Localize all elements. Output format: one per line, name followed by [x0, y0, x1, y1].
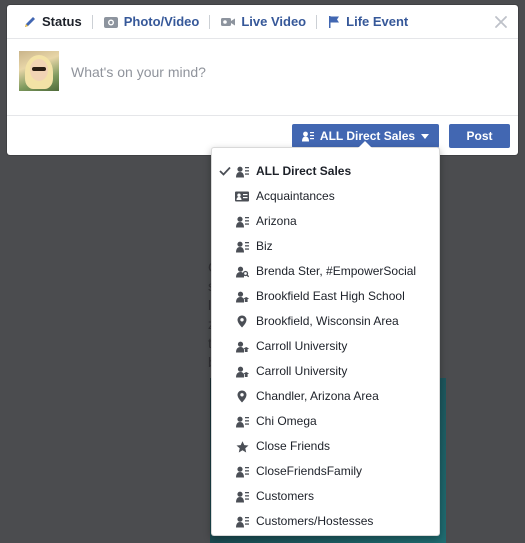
audience-option[interactable]: Acquaintances [212, 184, 439, 209]
audience-option-label: Biz [256, 239, 273, 253]
list-icon [235, 415, 249, 428]
audience-option[interactable]: Chi Omega [212, 409, 439, 434]
camera-icon [103, 16, 118, 28]
school-icon [235, 290, 249, 303]
list-icon [235, 240, 249, 253]
audience-option[interactable]: Brenda Ster, #EmpowerSocial [212, 259, 439, 284]
list-icon [235, 465, 249, 478]
tab-life-event-label: Life Event [346, 14, 409, 29]
id-card-icon [235, 190, 249, 203]
status-input[interactable]: What's on your mind? [71, 64, 206, 80]
audience-dropdown-menu: ALL Direct Sales Acquaintances Arizona Biz B… [211, 141, 440, 536]
close-icon[interactable] [494, 15, 508, 29]
audience-option-label: Carroll University [256, 339, 348, 353]
tab-life-event[interactable]: Life Event [323, 5, 412, 39]
avatar[interactable] [19, 51, 59, 91]
audience-option-label: Acquaintances [256, 189, 335, 203]
audience-option-label: Customers [256, 489, 315, 503]
audience-list: ALL Direct Sales Acquaintances Arizona Biz B… [212, 159, 439, 534]
audience-option-label: Brookfield East High School [256, 289, 405, 303]
audience-option[interactable]: Carroll University [212, 359, 439, 384]
list-icon [235, 215, 249, 228]
list-icon [235, 515, 249, 528]
checkmark-icon [219, 166, 231, 176]
tab-photo-video-label: Photo/Video [123, 14, 200, 29]
location-pin-icon [235, 390, 249, 403]
post-button[interactable]: Post [449, 124, 510, 148]
audience-option-label: Arizona [256, 214, 297, 228]
composer-body: What's on your mind? [7, 39, 518, 115]
audience-option[interactable]: Carroll University [212, 334, 439, 359]
audience-option-label: CloseFriendsFamily [256, 464, 363, 478]
dropdown-pointer [358, 141, 372, 148]
audience-option-label: Close Friends [256, 439, 331, 453]
person-search-icon [235, 265, 249, 278]
tab-live-video[interactable]: Live Video [216, 5, 310, 39]
post-composer: Status Photo/Video Live Video Life Event… [7, 5, 518, 155]
audience-option-label: Customers/Hostesses [256, 514, 374, 528]
audience-option-label: Chandler, Arizona Area [256, 389, 379, 403]
pencil-icon [25, 16, 35, 27]
list-icon [301, 131, 314, 141]
audience-option[interactable]: CloseFriendsFamily [212, 459, 439, 484]
list-icon [235, 490, 249, 503]
star-icon [235, 440, 249, 453]
audience-option[interactable]: Chandler, Arizona Area [212, 384, 439, 409]
tab-status[interactable]: Status [19, 5, 86, 39]
audience-option[interactable]: Customers [212, 484, 439, 509]
audience-option-label: Carroll University [256, 364, 348, 378]
audience-option[interactable]: Biz [212, 234, 439, 259]
composer-tabs: Status Photo/Video Live Video Life Event [7, 5, 518, 39]
checkmark-icon [219, 165, 231, 179]
audience-option[interactable]: Customers/Hostesses [212, 509, 439, 534]
audience-option[interactable]: Close Friends [212, 434, 439, 459]
audience-option[interactable]: ALL Direct Sales [212, 159, 439, 184]
audience-option-label: Brookfield, Wisconsin Area [256, 314, 399, 328]
list-icon [235, 165, 249, 178]
tab-divider [316, 14, 318, 29]
tab-divider [209, 14, 211, 29]
flag-icon [329, 15, 340, 28]
chevron-down-icon [421, 133, 430, 139]
location-pin-icon [235, 315, 249, 328]
audience-option-label: Brenda Ster, #EmpowerSocial [256, 264, 417, 278]
school-icon [235, 340, 249, 353]
tab-status-label: Status [42, 14, 82, 29]
audience-option[interactable]: Brookfield, Wisconsin Area [212, 309, 439, 334]
tab-divider [91, 14, 93, 29]
school-icon [235, 365, 249, 378]
tab-photo-video[interactable]: Photo/Video [99, 5, 204, 39]
audience-option[interactable]: Brookfield East High School [212, 284, 439, 309]
audience-option-label: Chi Omega [256, 414, 317, 428]
audience-option-label: ALL Direct Sales [256, 164, 352, 178]
video-camera-icon [221, 17, 236, 26]
tab-live-video-label: Live Video [241, 14, 307, 29]
audience-option[interactable]: Arizona [212, 209, 439, 234]
